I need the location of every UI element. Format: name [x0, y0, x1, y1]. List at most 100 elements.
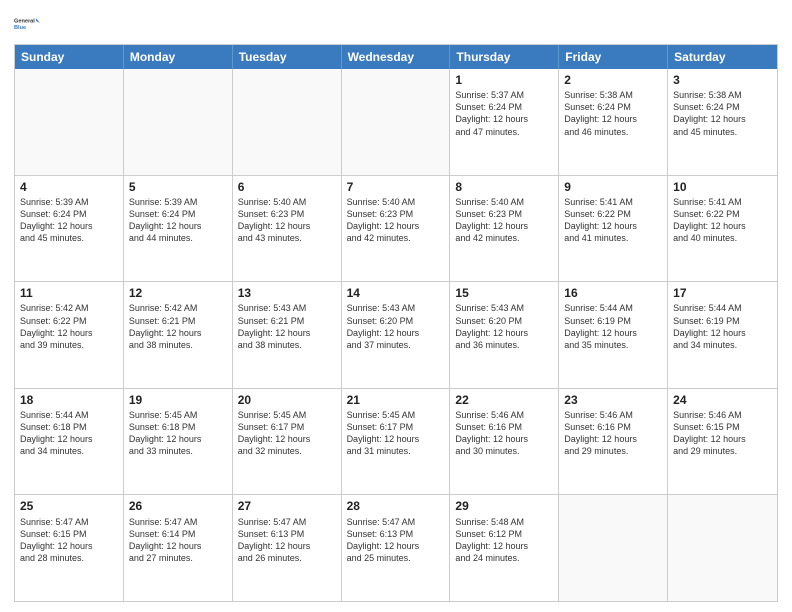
cal-week-3: 11Sunrise: 5:42 AMSunset: 6:22 PMDayligh… [15, 281, 777, 388]
cal-header-saturday: Saturday [668, 45, 777, 69]
cal-header-wednesday: Wednesday [342, 45, 451, 69]
calendar: SundayMondayTuesdayWednesdayThursdayFrid… [14, 44, 778, 602]
cal-cell-day-10: 10Sunrise: 5:41 AMSunset: 6:22 PMDayligh… [668, 176, 777, 282]
cell-sun-info: Sunrise: 5:47 AMSunset: 6:15 PMDaylight:… [20, 516, 118, 565]
cal-header-sunday: Sunday [15, 45, 124, 69]
cell-sun-info: Sunrise: 5:38 AMSunset: 6:24 PMDaylight:… [673, 89, 772, 138]
cal-cell-day-25: 25 Sunrise: 5:47 AMSunset: 6:15 PMDayligh… [15, 495, 124, 601]
day-number: 27 [238, 498, 336, 514]
cell-sun-info: Sunrise: 5:42 AMSunset: 6:22 PMDaylight:… [20, 302, 118, 351]
cell-sun-info: Sunrise: 5:45 AMSunset: 6:17 PMDaylight:… [347, 409, 445, 458]
cal-week-4: 18Sunrise: 5:44 AMSunset: 6:18 PMDayligh… [15, 388, 777, 495]
cell-sun-info: Sunrise: 5:46 AMSunset: 6:16 PMDaylight:… [564, 409, 662, 458]
calendar-body: 1Sunrise: 5:37 AMSunset: 6:24 PMDaylight… [15, 69, 777, 601]
cal-cell-day-26: 26Sunrise: 5:47 AMSunset: 6:14 PMDayligh… [124, 495, 233, 601]
cell-sun-info: Sunrise: 5:39 AMSunset: 6:24 PMDaylight:… [129, 196, 227, 245]
cell-sun-info: Sunrise: 5:48 AMSunset: 6:12 PMDaylight:… [455, 516, 553, 565]
cal-cell-day-1: 1Sunrise: 5:37 AMSunset: 6:24 PMDaylight… [450, 69, 559, 175]
cal-header-thursday: Thursday [450, 45, 559, 69]
day-number: 10 [673, 179, 772, 195]
day-number: 3 [673, 72, 772, 88]
cell-sun-info: Sunrise: 5:41 AMSunset: 6:22 PMDaylight:… [673, 196, 772, 245]
cell-sun-info: Sunrise: 5:39 AMSunset: 6:24 PMDaylight:… [20, 196, 118, 245]
cell-sun-info: Sunrise: 5:37 AMSunset: 6:24 PMDaylight:… [455, 89, 553, 138]
logo-icon: GeneralBlue [14, 10, 42, 38]
cal-cell-day-14: 14Sunrise: 5:43 AMSunset: 6:20 PMDayligh… [342, 282, 451, 388]
cell-sun-info: Sunrise: 5:43 AMSunset: 6:21 PMDaylight:… [238, 302, 336, 351]
cal-cell-day-8: 8Sunrise: 5:40 AMSunset: 6:23 PMDaylight… [450, 176, 559, 282]
cell-sun-info: Sunrise: 5:44 AMSunset: 6:19 PMDaylight:… [673, 302, 772, 351]
cal-week-1: 1Sunrise: 5:37 AMSunset: 6:24 PMDaylight… [15, 69, 777, 175]
cal-cell-day-12: 12Sunrise: 5:42 AMSunset: 6:21 PMDayligh… [124, 282, 233, 388]
cal-cell-day-17: 17Sunrise: 5:44 AMSunset: 6:19 PMDayligh… [668, 282, 777, 388]
cal-cell-day-19: 19Sunrise: 5:45 AMSunset: 6:18 PMDayligh… [124, 389, 233, 495]
cal-cell-empty [559, 495, 668, 601]
cal-cell-day-11: 11Sunrise: 5:42 AMSunset: 6:22 PMDayligh… [15, 282, 124, 388]
cal-cell-day-15: 15Sunrise: 5:43 AMSunset: 6:20 PMDayligh… [450, 282, 559, 388]
calendar-header-row: SundayMondayTuesdayWednesdayThursdayFrid… [15, 45, 777, 69]
day-number: 13 [238, 285, 336, 301]
day-number: 28 [347, 498, 445, 514]
svg-text:General: General [14, 19, 35, 25]
cal-cell-day-21: 21Sunrise: 5:45 AMSunset: 6:17 PMDayligh… [342, 389, 451, 495]
day-number: 16 [564, 285, 662, 301]
day-number: 17 [673, 285, 772, 301]
day-number: 4 [20, 179, 118, 195]
day-number: 7 [347, 179, 445, 195]
cal-cell-empty [15, 69, 124, 175]
cal-cell-day-2: 2Sunrise: 5:38 AMSunset: 6:24 PMDaylight… [559, 69, 668, 175]
cell-sun-info: Sunrise: 5:41 AMSunset: 6:22 PMDaylight:… [564, 196, 662, 245]
day-number: 11 [20, 285, 118, 301]
day-number: 9 [564, 179, 662, 195]
day-number: 26 [129, 498, 227, 514]
day-number: 22 [455, 392, 553, 408]
day-number: 15 [455, 285, 553, 301]
cal-cell-empty [124, 69, 233, 175]
day-number: 1 [455, 72, 553, 88]
cell-sun-info: Sunrise: 5:47 AMSunset: 6:13 PMDaylight:… [347, 516, 445, 565]
cell-sun-info: Sunrise: 5:42 AMSunset: 6:21 PMDaylight:… [129, 302, 227, 351]
cell-sun-info: Sunrise: 5:38 AMSunset: 6:24 PMDaylight:… [564, 89, 662, 138]
cal-cell-day-29: 29 Sunrise: 5:48 AMSunset: 6:12 PMDayligh… [450, 495, 559, 601]
cal-cell-day-18: 18Sunrise: 5:44 AMSunset: 6:18 PMDayligh… [15, 389, 124, 495]
cal-cell-day-4: 4Sunrise: 5:39 AMSunset: 6:24 PMDaylight… [15, 176, 124, 282]
cell-sun-info: Sunrise: 5:46 AMSunset: 6:16 PMDaylight:… [455, 409, 553, 458]
cal-cell-day-5: 5Sunrise: 5:39 AMSunset: 6:24 PMDaylight… [124, 176, 233, 282]
day-number: 29 [455, 498, 553, 514]
cal-cell-day-3: 3Sunrise: 5:38 AMSunset: 6:24 PMDaylight… [668, 69, 777, 175]
day-number: 25 [20, 498, 118, 514]
day-number: 21 [347, 392, 445, 408]
cal-header-friday: Friday [559, 45, 668, 69]
cal-header-monday: Monday [124, 45, 233, 69]
cell-sun-info: Sunrise: 5:43 AMSunset: 6:20 PMDaylight:… [347, 302, 445, 351]
cal-week-5: 25 Sunrise: 5:47 AMSunset: 6:15 PMDayligh… [15, 494, 777, 601]
cell-sun-info: Sunrise: 5:47 AMSunset: 6:13 PMDaylight:… [238, 516, 336, 565]
cal-cell-day-28: 28 Sunrise: 5:47 AMSunset: 6:13 PMDayligh… [342, 495, 451, 601]
cal-header-tuesday: Tuesday [233, 45, 342, 69]
header: GeneralBlue [14, 10, 778, 38]
cell-sun-info: Sunrise: 5:40 AMSunset: 6:23 PMDaylight:… [347, 196, 445, 245]
cal-week-2: 4Sunrise: 5:39 AMSunset: 6:24 PMDaylight… [15, 175, 777, 282]
day-number: 12 [129, 285, 227, 301]
page: GeneralBlue SundayMondayTuesdayWednesday… [0, 0, 792, 612]
day-number: 6 [238, 179, 336, 195]
day-number: 18 [20, 392, 118, 408]
cal-cell-day-24: 24Sunrise: 5:46 AMSunset: 6:15 PMDayligh… [668, 389, 777, 495]
day-number: 24 [673, 392, 772, 408]
cell-sun-info: Sunrise: 5:45 AMSunset: 6:17 PMDaylight:… [238, 409, 336, 458]
day-number: 5 [129, 179, 227, 195]
cell-sun-info: Sunrise: 5:44 AMSunset: 6:19 PMDaylight:… [564, 302, 662, 351]
day-number: 14 [347, 285, 445, 301]
logo: GeneralBlue [14, 10, 42, 38]
cell-sun-info: Sunrise: 5:45 AMSunset: 6:18 PMDaylight:… [129, 409, 227, 458]
cal-cell-day-6: 6Sunrise: 5:40 AMSunset: 6:23 PMDaylight… [233, 176, 342, 282]
cal-cell-empty [668, 495, 777, 601]
cell-sun-info: Sunrise: 5:46 AMSunset: 6:15 PMDaylight:… [673, 409, 772, 458]
cell-sun-info: Sunrise: 5:43 AMSunset: 6:20 PMDaylight:… [455, 302, 553, 351]
day-number: 19 [129, 392, 227, 408]
day-number: 8 [455, 179, 553, 195]
svg-text:Blue: Blue [14, 25, 26, 31]
cal-cell-empty [342, 69, 451, 175]
cal-cell-day-20: 20Sunrise: 5:45 AMSunset: 6:17 PMDayligh… [233, 389, 342, 495]
day-number: 2 [564, 72, 662, 88]
